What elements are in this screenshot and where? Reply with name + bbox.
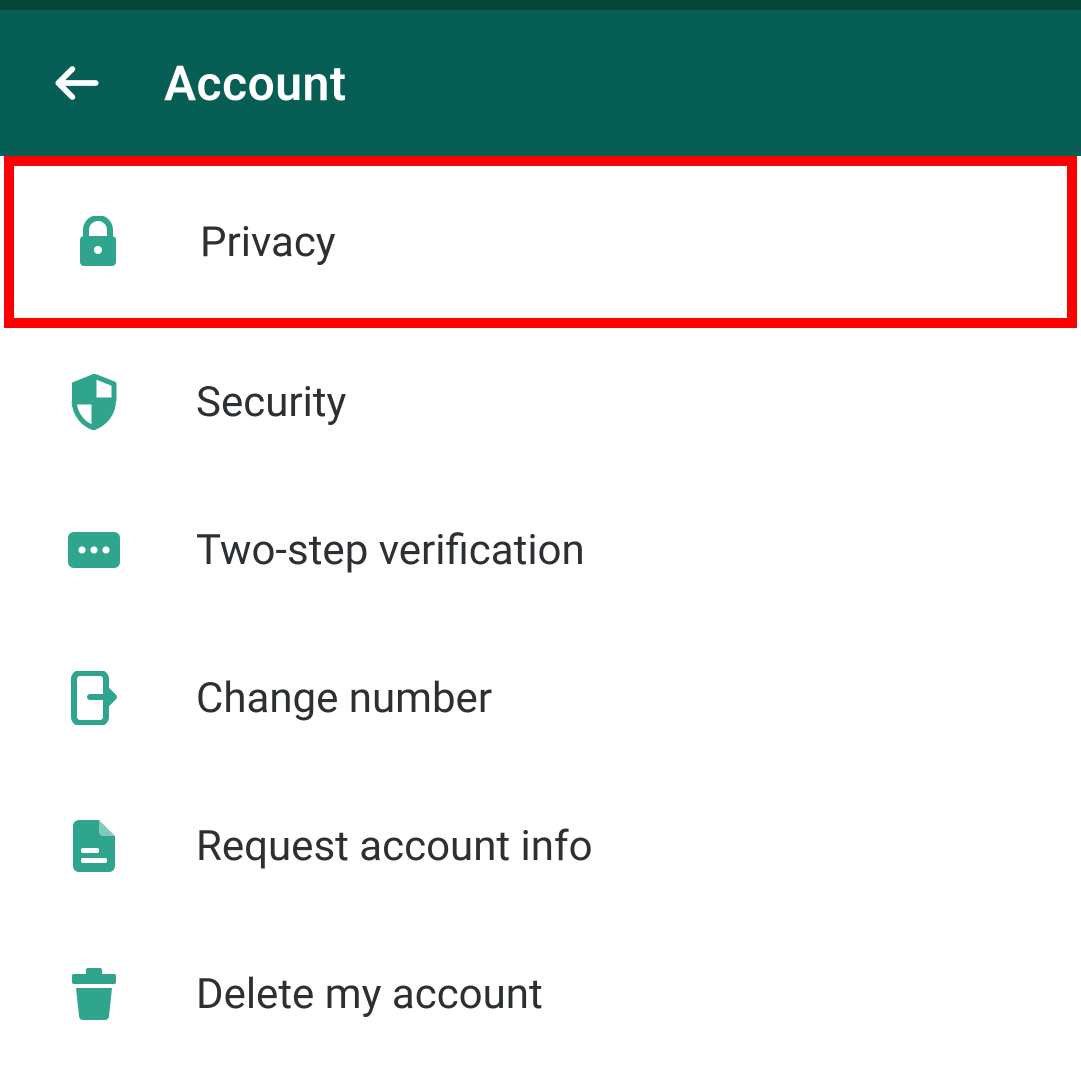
page-title: Account — [164, 55, 347, 112]
content: Privacy Security — [0, 156, 1081, 1068]
back-button[interactable] — [42, 48, 112, 118]
menu-item-request-account-info[interactable]: Request account info — [0, 772, 1081, 920]
menu-item-label: Request account info — [196, 822, 593, 871]
menu-item-delete-account[interactable]: Delete my account — [0, 920, 1081, 1068]
trash-icon — [66, 966, 122, 1022]
arrow-back-icon — [49, 55, 105, 111]
menu-item-privacy[interactable]: Privacy — [4, 156, 1077, 328]
shield-icon — [66, 374, 122, 430]
menu-item-label: Privacy — [200, 218, 336, 267]
menu-item-label: Delete my account — [196, 970, 543, 1019]
menu-item-label: Security — [196, 378, 346, 427]
menu-item-security[interactable]: Security — [0, 328, 1081, 476]
status-bar — [0, 0, 1081, 10]
menu-item-two-step-verification[interactable]: Two-step verification — [0, 476, 1081, 624]
header: Account — [0, 10, 1081, 156]
lock-icon — [70, 214, 126, 270]
menu-item-label: Change number — [196, 674, 492, 723]
password-dots-icon — [66, 522, 122, 578]
document-icon — [66, 818, 122, 874]
menu-item-change-number[interactable]: Change number — [0, 624, 1081, 772]
menu-item-label: Two-step verification — [196, 526, 585, 575]
phone-arrow-icon — [66, 670, 122, 726]
